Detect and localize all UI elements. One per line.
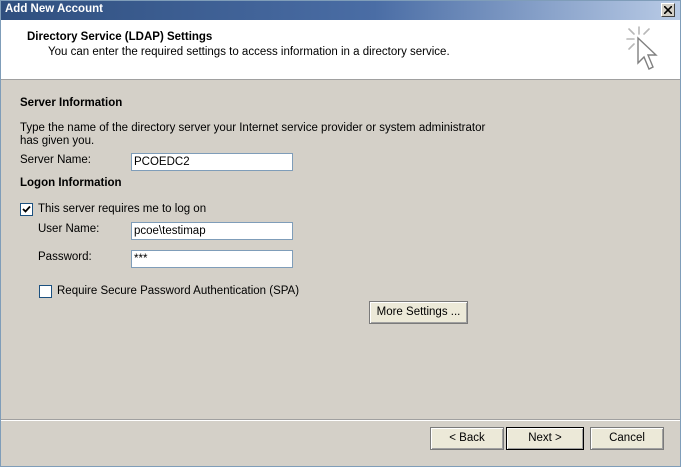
server-name-label: Server Name:: [20, 154, 91, 166]
server-info-heading: Server Information: [20, 97, 123, 109]
cursor-sparkle-icon: [626, 26, 658, 70]
back-button[interactable]: < Back: [430, 427, 504, 450]
settings-panel: Server Information Type the name of the …: [1, 80, 680, 420]
close-icon: [664, 6, 672, 14]
requires-logon-label[interactable]: This server requires me to log on: [38, 203, 206, 215]
footer-separator: [1, 419, 680, 421]
spa-label[interactable]: Require Secure Password Authentication (…: [57, 285, 299, 297]
checkmark-icon: [22, 205, 31, 213]
server-info-description-line1: Type the name of the directory server yo…: [20, 122, 486, 134]
add-new-account-dialog: Add New Account Directory Service (LDAP)…: [0, 0, 681, 467]
page-subtitle: You can enter the required settings to a…: [48, 46, 450, 58]
password-input[interactable]: ***: [131, 250, 293, 268]
page-title: Directory Service (LDAP) Settings: [27, 31, 213, 43]
server-name-input[interactable]: PCOEDC2: [131, 153, 293, 171]
user-name-label: User Name:: [38, 223, 100, 235]
requires-logon-checkbox[interactable]: [20, 203, 33, 216]
user-name-input[interactable]: pcoe\testimap: [131, 222, 293, 240]
spa-checkbox[interactable]: [39, 285, 52, 298]
wizard-header: Directory Service (LDAP) Settings You ca…: [1, 20, 680, 80]
logon-info-heading: Logon Information: [20, 177, 122, 189]
close-button[interactable]: [661, 3, 675, 17]
server-info-description-line2: has given you.: [20, 135, 95, 147]
title-bar[interactable]: Add New Account: [1, 1, 680, 20]
more-settings-button[interactable]: More Settings ...: [369, 301, 468, 324]
cancel-button[interactable]: Cancel: [590, 427, 664, 450]
window-title: Add New Account: [5, 3, 103, 15]
next-button[interactable]: Next >: [506, 427, 584, 450]
password-label: Password:: [38, 251, 92, 263]
